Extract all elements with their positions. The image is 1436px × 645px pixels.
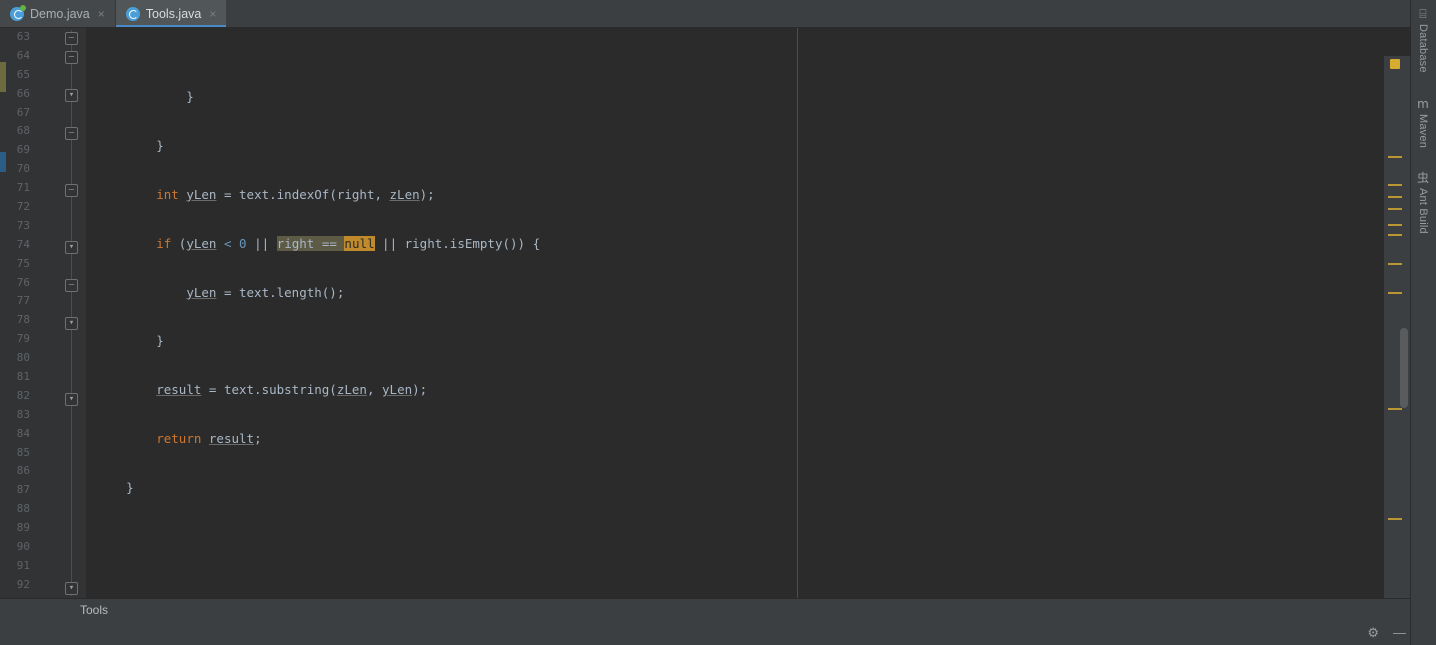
sidebar-item-ant-build[interactable]: 虫 Ant Build — [1410, 172, 1436, 234]
error-stripe[interactable] — [1384, 56, 1410, 598]
code-line: if (yLen < 0 || right == null || right.i… — [156, 235, 541, 251]
editor-tab-label: Demo.java — [30, 6, 90, 21]
editor-tab-tools-java[interactable]: Tools.java × — [115, 0, 227, 27]
code-folding-column[interactable]: – – ▾ – – ▾ – ▾ ▾ ▾ — [62, 28, 82, 598]
java-class-icon — [125, 6, 140, 21]
code-editor[interactable]: 63 64 65 66 67 68 69 70 71 72 73 74 75 7… — [0, 28, 1410, 598]
fold-marker[interactable]: – — [65, 279, 78, 292]
maven-icon: m — [1417, 97, 1429, 111]
fold-marker[interactable]: – — [65, 127, 78, 140]
database-icon: ⌸ — [1419, 7, 1427, 21]
fold-marker[interactable]: ▾ — [65, 241, 78, 254]
fold-marker[interactable]: – — [65, 184, 78, 197]
fold-marker[interactable]: ▾ — [65, 317, 78, 330]
fold-marker[interactable]: ▾ — [65, 393, 78, 406]
breadcrumb[interactable]: Tools — [0, 598, 1410, 620]
sidebar-item-label: Maven — [1417, 114, 1429, 149]
breadcrumb-item-tools[interactable]: Tools — [80, 603, 108, 617]
gear-icon[interactable]: ⚙ — [1367, 626, 1379, 639]
editor-tab-label: Tools.java — [145, 6, 202, 21]
code-line: yLen = text.length(); — [186, 284, 345, 300]
sidebar-item-maven[interactable]: m Maven — [1410, 98, 1436, 148]
code-line: } — [96, 480, 134, 496]
ide-window: Demo.java × Tools.java × 63 64 65 66 67 … — [0, 0, 1436, 645]
minimize-icon[interactable]: — — [1393, 626, 1406, 639]
code-line: result = text.substring(zLen, yLen); — [156, 382, 428, 398]
right-margin-guide — [797, 28, 798, 598]
scrollbar-thumb[interactable] — [1400, 328, 1408, 408]
code-line: int yLen = text.indexOf(right, zLen); — [156, 186, 435, 202]
close-icon[interactable]: × — [96, 8, 107, 20]
right-tool-sidebar: ⌸ Database m Maven 虫 Ant Build — [1410, 0, 1436, 645]
sidebar-item-label: Database — [1417, 24, 1429, 73]
java-class-icon — [10, 4, 26, 21]
code-line: } — [96, 333, 164, 349]
editor-gutter[interactable]: 63 64 65 66 67 68 69 70 71 72 73 74 75 7… — [0, 28, 86, 598]
fold-guide-line — [71, 30, 72, 596]
sidebar-item-database[interactable]: ⌸ Database — [1410, 8, 1436, 73]
status-bar: ⚙ — — [0, 620, 1436, 645]
code-line: } — [96, 89, 194, 104]
fold-marker[interactable]: ▾ — [65, 582, 78, 595]
editor-tab-demo-java[interactable]: Demo.java × — [0, 0, 115, 27]
editor-tab-bar: Demo.java × Tools.java × — [0, 0, 1410, 28]
editor-scrollbar[interactable] — [1398, 56, 1410, 598]
code-content[interactable]: } } int yLen = text.indexOf(right, zLen)… — [86, 28, 1410, 598]
code-line: } — [96, 137, 164, 153]
fold-marker[interactable]: ▾ — [65, 89, 78, 102]
close-icon[interactable]: × — [207, 8, 218, 20]
code-line: return result; — [156, 431, 262, 447]
ant-build-icon: 虫 — [1416, 171, 1429, 185]
fold-marker[interactable]: – — [65, 32, 78, 45]
fold-marker[interactable]: – — [65, 51, 78, 64]
sidebar-item-label: Ant Build — [1417, 188, 1429, 234]
